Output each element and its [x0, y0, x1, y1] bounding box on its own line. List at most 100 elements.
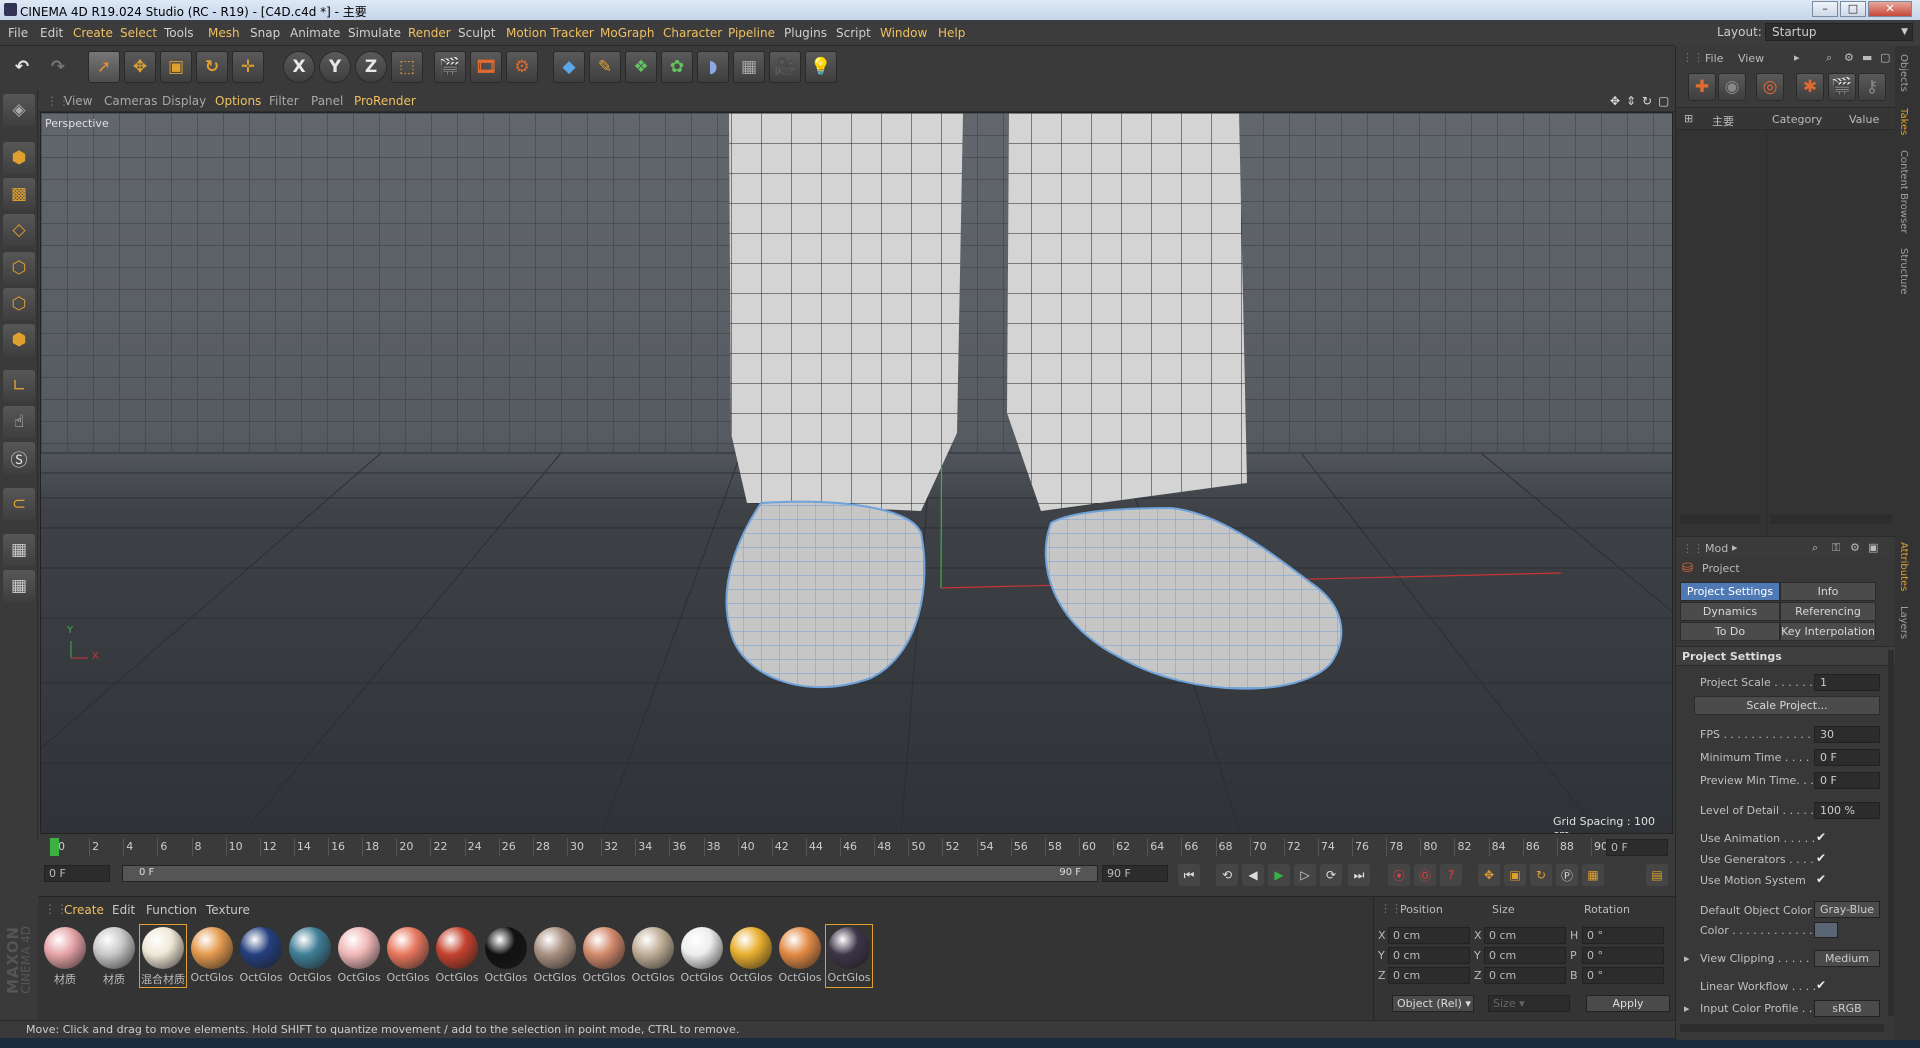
material-item[interactable]: OctGlos	[679, 925, 725, 987]
z-axis-button[interactable]: Z	[355, 51, 387, 83]
menu-window[interactable]: Window	[880, 26, 927, 40]
transform-tool-icon[interactable]: ✛	[232, 51, 264, 83]
view-clipping-dropdown[interactable]: Medium	[1814, 950, 1880, 967]
snap-icon[interactable]: Ⓢ	[3, 442, 35, 474]
deformer-icon[interactable]: ◗	[697, 51, 729, 83]
floor-icon[interactable]: ▦	[733, 51, 765, 83]
menu-help[interactable]: Help	[938, 26, 965, 40]
move-tool-icon[interactable]: ✥	[124, 51, 156, 83]
menu-pipeline[interactable]: Pipeline	[728, 26, 775, 40]
prev-key-icon[interactable]: ⟲	[1216, 864, 1238, 886]
lod-field[interactable]: 100 %	[1814, 802, 1880, 819]
model-mode-icon[interactable]: ⬢	[3, 142, 35, 174]
material-item[interactable]: OctGlos	[532, 925, 578, 987]
key-position-icon[interactable]: ✥	[1478, 864, 1500, 886]
position-field[interactable]: 0 cm	[1388, 967, 1470, 984]
material-menu-create[interactable]: Create	[64, 903, 104, 917]
planar-workplane-icon[interactable]: ▦	[3, 570, 35, 602]
key-pla-icon[interactable]: ▦	[1582, 864, 1604, 886]
size-field[interactable]: 0 cm	[1484, 927, 1566, 944]
menu-create[interactable]: Create	[73, 26, 113, 40]
pen-spline-icon[interactable]: ✎	[589, 51, 621, 83]
menu-animate[interactable]: Animate	[290, 26, 340, 40]
viewport-menu-options[interactable]: Options	[215, 94, 261, 108]
material-item[interactable]: 材质	[91, 925, 137, 987]
scale-project-button[interactable]: Scale Project...	[1694, 696, 1880, 715]
record-active-icon[interactable]: ⦿	[1388, 864, 1410, 886]
menu-render[interactable]: Render	[408, 26, 451, 40]
material-item[interactable]: OctGlos	[287, 925, 333, 987]
undo-icon[interactable]: ↶	[6, 51, 38, 83]
material-menu-function[interactable]: Function	[146, 903, 197, 917]
preview-range-slider[interactable]: 0 F 90 F	[122, 865, 1098, 882]
enable-axis-icon[interactable]: ∟	[3, 370, 35, 402]
side-tab-objects[interactable]: Objects	[1898, 54, 1909, 92]
key-param-icon[interactable]: Ⓟ	[1556, 864, 1578, 886]
material-item[interactable]: 材质	[42, 925, 88, 987]
make-editable-icon[interactable]: ◈	[3, 94, 35, 126]
rotation-field[interactable]: 0 °	[1582, 967, 1664, 984]
viewport-dolly-icon[interactable]: ⇕	[1626, 94, 1636, 108]
tab-project-settings[interactable]: Project Settings	[1680, 582, 1780, 601]
take-auto-icon[interactable]: ✱	[1796, 73, 1824, 101]
menu-tools[interactable]: Tools	[164, 26, 194, 40]
layout-dropdown[interactable]: Startup ▼	[1765, 23, 1913, 41]
tab-info[interactable]: Info	[1780, 582, 1876, 601]
points-mode-icon[interactable]: ⬡	[3, 252, 35, 284]
search-icon[interactable]: ⌕	[1826, 51, 1832, 65]
close-button[interactable]: ✕	[1868, 1, 1912, 17]
go-to-end-icon[interactable]: ⏭	[1348, 864, 1370, 886]
perspective-viewport[interactable]: Perspective Grid Spacing : 100 cm Y X	[40, 112, 1673, 834]
texture-mode-icon[interactable]: ▩	[3, 178, 35, 210]
tab-key-interpolation[interactable]: Key Interpolation	[1780, 622, 1876, 641]
magnet-icon[interactable]: ⊂	[3, 488, 35, 520]
objects-window-icon[interactable]: ▢	[1880, 51, 1890, 64]
x-axis-button[interactable]: X	[283, 51, 315, 83]
takes-hscroll-left[interactable]	[1680, 514, 1760, 524]
render-picture-viewer-icon[interactable]: 🎞	[470, 51, 502, 83]
attributes-search-icon[interactable]: ⌕	[1812, 541, 1818, 555]
coordinate-system-icon[interactable]: ⬚	[391, 51, 423, 83]
objects-menu-arrow-icon[interactable]: ▸	[1794, 51, 1800, 64]
material-item[interactable]: OctGlos	[630, 925, 676, 987]
viewport-menu-display[interactable]: Display	[162, 94, 206, 108]
material-item[interactable]: OctGlos	[728, 925, 774, 987]
polygons-mode-icon[interactable]: ⬢	[3, 324, 35, 356]
timeline-window-icon[interactable]: ▤	[1646, 864, 1668, 886]
material-item[interactable]: OctGlos	[434, 925, 480, 987]
material-item[interactable]: OctGlos	[581, 925, 627, 987]
render-settings-icon[interactable]: ⚙	[506, 51, 538, 83]
menu-snap[interactable]: Snap	[250, 26, 280, 40]
linear-workflow-checkbox[interactable]: ✔	[1816, 978, 1826, 992]
subdivision-icon[interactable]: ❖	[625, 51, 657, 83]
y-axis-button[interactable]: Y	[319, 51, 351, 83]
cloner-icon[interactable]: ✿	[661, 51, 693, 83]
side-tab-takes[interactable]: Takes	[1898, 108, 1909, 135]
viewport-menu-filter[interactable]: Filter	[269, 94, 299, 108]
view-clipping-expand-icon[interactable]: ▸	[1684, 952, 1690, 965]
workplane-mode-icon[interactable]: ◇	[3, 214, 35, 246]
take-record-icon[interactable]: ◉	[1718, 73, 1746, 101]
key-scale-icon[interactable]: ▣	[1504, 864, 1526, 886]
attributes-hscrollbar[interactable]	[1680, 1024, 1884, 1032]
side-tab-structure[interactable]: Structure	[1898, 248, 1909, 295]
material-item[interactable]: 混合材质	[139, 924, 187, 988]
fps-field[interactable]: 30	[1814, 726, 1880, 743]
viewport-menu-panel[interactable]: Panel	[311, 94, 343, 108]
take-lock-icon[interactable]: ⚷	[1858, 73, 1886, 101]
takes-hscroll-right[interactable]	[1770, 514, 1892, 524]
material-item[interactable]: OctGlos	[189, 925, 235, 987]
tab-dynamics[interactable]: Dynamics	[1680, 602, 1780, 621]
redo-icon[interactable]: ↷	[42, 51, 74, 83]
size-field[interactable]: 0 cm	[1484, 967, 1566, 984]
attributes-menu-arrow-icon[interactable]: ▸	[1732, 541, 1738, 554]
tab-referencing[interactable]: Referencing	[1780, 602, 1876, 621]
end-frame-field[interactable]: 90 F	[1102, 865, 1168, 882]
takes-list[interactable]	[1676, 130, 1896, 550]
cube-object-icon[interactable]: ◆	[553, 51, 585, 83]
play-icon[interactable]: ▶	[1268, 864, 1290, 886]
attributes-settings-icon[interactable]: ⚙	[1850, 541, 1860, 554]
go-to-start-icon[interactable]: ⏮	[1178, 864, 1200, 886]
apply-button[interactable]: Apply	[1586, 995, 1670, 1012]
min-time-field[interactable]: 0 F	[1814, 749, 1880, 766]
